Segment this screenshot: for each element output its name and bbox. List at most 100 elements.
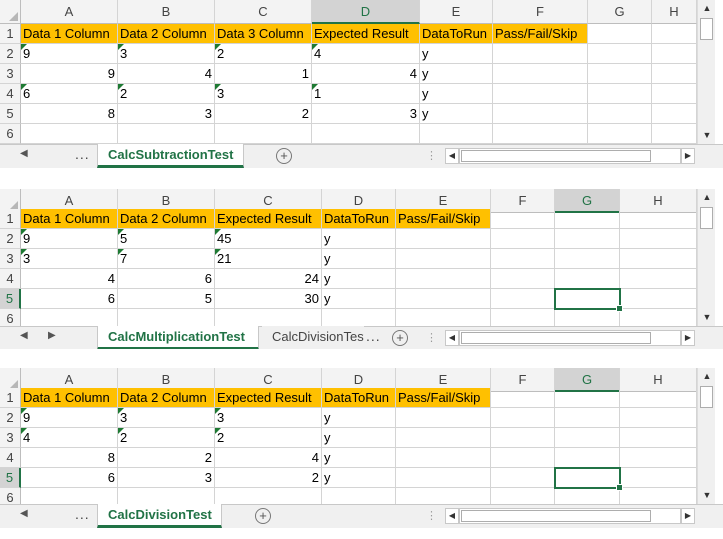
data-cell[interactable]: 5 [118, 229, 215, 249]
data-cell[interactable]: 4 [312, 64, 420, 84]
data-cell[interactable]: 3 [118, 104, 215, 124]
add-sheet-icon[interactable]: + [392, 330, 408, 346]
vertical-scrollbar[interactable]: ▲ ▼ [697, 368, 715, 504]
data-cell[interactable]: 6 [21, 84, 118, 104]
hscroll-thumb[interactable] [461, 150, 651, 162]
row-header-1[interactable]: 1 [0, 24, 21, 44]
data-cell[interactable]: 6 [21, 468, 118, 488]
hscroll-left-arrow-icon[interactable]: ◀ [445, 148, 459, 164]
scroll-up-arrow-icon[interactable]: ▲ [701, 192, 713, 202]
more-tabs-left[interactable]: ... [75, 146, 90, 162]
data-cell[interactable]: y [322, 408, 396, 428]
data-cell[interactable]: 4 [312, 44, 420, 64]
column-header-a[interactable]: A [21, 0, 118, 24]
column-header-g[interactable]: G [588, 0, 652, 24]
cell[interactable] [491, 468, 555, 488]
cell[interactable] [493, 104, 588, 124]
column-header-d[interactable]: D [312, 0, 420, 24]
data-cell[interactable]: y [420, 84, 493, 104]
data-cell[interactable]: 8 [21, 448, 118, 468]
column-header-f[interactable]: F [493, 0, 588, 24]
data-cell[interactable]: y [322, 229, 396, 249]
data-cell[interactable]: y [322, 448, 396, 468]
row-header-3[interactable]: 3 [0, 249, 21, 269]
header-cell[interactable]: Pass/Fail/Skip [396, 388, 491, 408]
header-cell[interactable]: Data 2 Column [118, 388, 215, 408]
header-cell[interactable]: DataToRun [420, 24, 493, 44]
more-tabs-right[interactable]: ... [366, 328, 381, 344]
cell[interactable] [491, 408, 555, 428]
data-cell[interactable]: 2 [215, 468, 322, 488]
cell[interactable] [652, 84, 697, 104]
header-cell[interactable]: Expected Result [312, 24, 420, 44]
cell[interactable] [396, 448, 491, 468]
data-cell[interactable]: 2 [215, 428, 322, 448]
row-header-1[interactable]: 1 [0, 209, 21, 229]
hscroll-left-arrow-icon[interactable]: ◀ [445, 508, 459, 524]
column-header-c[interactable]: C [215, 0, 312, 24]
tab-splitter-handle[interactable]: ⋮ [426, 509, 437, 522]
data-cell[interactable]: 9 [21, 64, 118, 84]
cell[interactable] [491, 428, 555, 448]
data-cell[interactable]: 2 [215, 104, 312, 124]
data-cell[interactable]: 2 [118, 448, 215, 468]
cell[interactable] [555, 209, 620, 229]
data-cell[interactable]: 3 [118, 468, 215, 488]
cell[interactable] [493, 64, 588, 84]
data-cell[interactable]: 9 [21, 229, 118, 249]
cell[interactable] [312, 124, 420, 144]
more-tabs-left[interactable]: ... [75, 506, 90, 522]
scroll-down-arrow-icon[interactable]: ▼ [701, 312, 713, 322]
cell[interactable] [396, 249, 491, 269]
data-cell[interactable]: 24 [215, 269, 322, 289]
cell[interactable] [652, 44, 697, 64]
cell[interactable] [396, 289, 491, 309]
add-sheet-icon[interactable]: + [255, 508, 271, 524]
cell[interactable] [555, 229, 620, 249]
cell[interactable] [396, 408, 491, 428]
data-cell[interactable]: 3 [118, 408, 215, 428]
data-cell[interactable]: 3 [118, 44, 215, 64]
tab-scroll-right-icon[interactable]: ▶ [48, 330, 56, 341]
cell[interactable] [396, 468, 491, 488]
hscroll-right-arrow-icon[interactable]: ▶ [681, 330, 695, 346]
hscroll-thumb[interactable] [461, 332, 651, 344]
tab-splitter-handle[interactable]: ⋮ [426, 331, 437, 344]
cell[interactable] [491, 269, 555, 289]
cell[interactable] [491, 289, 555, 309]
cell[interactable] [652, 24, 697, 44]
tab-calc-multiplication-test[interactable]: CalcMultiplicationTest [97, 326, 259, 349]
cell[interactable] [491, 209, 555, 229]
row-header-3[interactable]: 3 [0, 428, 21, 448]
add-sheet-icon[interactable]: + [276, 148, 292, 164]
column-header-e[interactable]: E [420, 0, 493, 24]
data-cell[interactable]: 3 [312, 104, 420, 124]
cell[interactable] [620, 428, 697, 448]
tab-scroll-left-icon[interactable]: ◀ [20, 330, 28, 341]
data-cell[interactable]: 4 [118, 64, 215, 84]
data-cell[interactable]: 2 [118, 84, 215, 104]
cell[interactable] [620, 408, 697, 428]
row-header-4[interactable]: 4 [0, 269, 21, 289]
cell[interactable] [588, 64, 652, 84]
row-header-4[interactable]: 4 [0, 448, 21, 468]
data-cell[interactable]: 1 [312, 84, 420, 104]
header-cell[interactable]: Data 3 Column [215, 24, 312, 44]
row-header-2[interactable]: 2 [0, 408, 21, 428]
data-cell[interactable]: 9 [21, 408, 118, 428]
scroll-thumb[interactable] [700, 386, 713, 408]
cell[interactable] [588, 104, 652, 124]
data-cell[interactable]: 6 [118, 269, 215, 289]
row-header-6[interactable]: 6 [0, 124, 21, 144]
data-cell[interactable]: 3 [215, 408, 322, 428]
cell[interactable] [491, 229, 555, 249]
cell[interactable] [555, 428, 620, 448]
cell[interactable] [555, 388, 620, 408]
header-cell[interactable]: Data 1 Column [21, 24, 118, 44]
data-cell[interactable]: y [420, 64, 493, 84]
cell[interactable] [555, 269, 620, 289]
header-cell[interactable]: Expected Result [215, 209, 322, 229]
cell[interactable] [588, 84, 652, 104]
data-cell[interactable]: y [322, 289, 396, 309]
cell[interactable] [620, 289, 697, 309]
